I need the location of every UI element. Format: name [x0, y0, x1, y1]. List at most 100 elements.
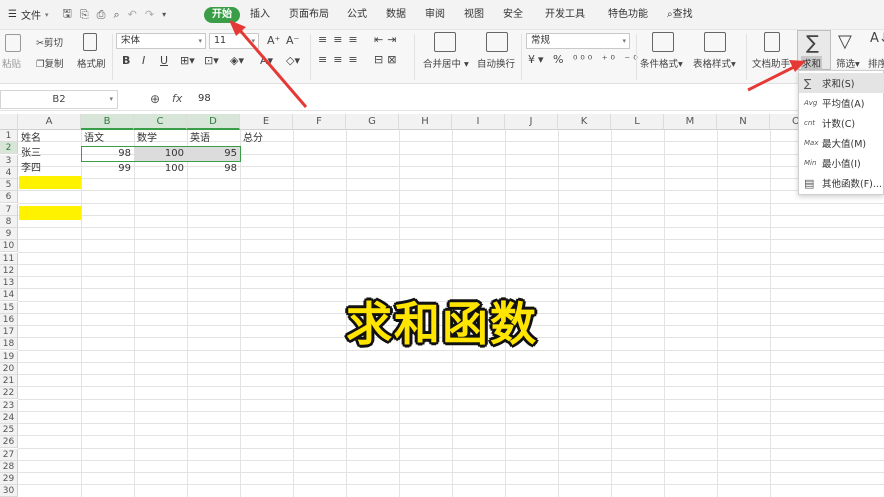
tab-page-layout[interactable]: 页面布局 [289, 7, 329, 23]
doc-assistant-icon[interactable] [764, 32, 780, 52]
column-header-h[interactable]: H [399, 114, 452, 130]
tab-review[interactable]: 审阅 [425, 7, 445, 23]
highlighted-cell-a4[interactable] [19, 176, 81, 189]
tab-security[interactable]: 安全 [503, 7, 523, 23]
row-header-9[interactable]: 9 [0, 228, 18, 240]
row-header-4[interactable]: 4 [0, 166, 18, 179]
format-painter-button[interactable]: 格式刷 [77, 56, 106, 70]
cell-a2[interactable]: 张三 [21, 148, 41, 160]
column-header-g[interactable]: G [346, 114, 399, 130]
copy-button[interactable]: ❐复制 [36, 56, 64, 70]
print-icon[interactable]: ⎙ [97, 8, 106, 22]
row-header-26[interactable]: 26 [0, 436, 18, 449]
decrease-font-icon[interactable]: A⁻ [286, 34, 299, 47]
vertical-align-icons[interactable]: ≡≡≡ [318, 33, 364, 46]
row-header-1[interactable]: 1 [0, 130, 18, 142]
row-header-27[interactable]: 27 [0, 448, 18, 461]
row-header-10[interactable]: 10 [0, 240, 18, 253]
tab-insert[interactable]: 插入 [250, 7, 270, 23]
font-color-icon[interactable]: A▾ [260, 54, 273, 67]
sort-icon[interactable]: A↓ [870, 31, 884, 46]
search-button[interactable]: ⌕查找 [667, 7, 693, 23]
save-icon[interactable]: 🖫 [62, 5, 71, 24]
sum-button[interactable]: ∑ 求和 [797, 30, 831, 70]
underline-icon[interactable]: U [160, 54, 168, 67]
formula-input[interactable]: 98 [198, 93, 211, 104]
dropdown-item-more-functions[interactable]: ▤ 其他函数(F)... [799, 173, 884, 193]
fx-icon[interactable]: fx [172, 92, 182, 105]
column-header-f[interactable]: F [293, 114, 346, 130]
currency-percent-icons[interactable]: ¥▾ % ⁰⁰⁰ ⁺⁰ ⁻⁰ [528, 53, 641, 66]
tab-formulas[interactable]: 公式 [347, 7, 367, 23]
tab-view[interactable]: 视图 [464, 7, 484, 23]
column-header-i[interactable]: I [452, 114, 505, 130]
row-header-23[interactable]: 23 [0, 399, 18, 412]
tab-developer[interactable]: 开发工具 [545, 7, 585, 23]
fill-color-icon[interactable]: ◈▾ [230, 54, 244, 67]
row-header-2[interactable]: 2 [0, 142, 18, 155]
cell-b3[interactable]: 99 [81, 163, 134, 175]
cell-a3[interactable]: 李四 [21, 163, 41, 175]
wrap-text-icon[interactable] [486, 32, 508, 52]
cell-d1[interactable]: 英语 [190, 133, 210, 145]
row-header-24[interactable]: 24 [0, 411, 18, 424]
dropdown-item-max[interactable]: Max 最大值(M) [799, 133, 884, 153]
filter-button[interactable]: 筛选▾ [836, 56, 860, 70]
wrap-text-button[interactable]: 自动换行 [477, 56, 515, 70]
cell-b1[interactable]: 语文 [84, 133, 104, 145]
cut-button[interactable]: ✂剪切 [36, 35, 63, 49]
conditional-format-button[interactable]: 条件格式▾ [640, 56, 683, 70]
cell-c1[interactable]: 数学 [137, 133, 157, 145]
row-header-28[interactable]: 28 [0, 460, 18, 473]
column-header-a[interactable]: A [18, 114, 81, 130]
cell-e1[interactable]: 总分 [243, 133, 263, 145]
table-style-button[interactable]: 表格样式▾ [693, 56, 736, 70]
export-icon[interactable]: ⎘ [80, 8, 89, 22]
paste-icon[interactable] [5, 34, 21, 52]
print-preview-icon[interactable]: ⌕ [113, 8, 119, 22]
tab-special-features[interactable]: 特色功能 [608, 7, 648, 23]
row-header-8[interactable]: 8 [0, 215, 18, 228]
cell-c2[interactable]: 100 [134, 148, 187, 160]
column-header-e[interactable]: E [240, 114, 293, 130]
distribute-icons[interactable]: ⊟⊠ [374, 53, 400, 66]
column-header-n[interactable]: N [717, 114, 770, 130]
font-size-select[interactable]: 11 ▾ [209, 33, 259, 49]
row-header-3[interactable]: 3 [0, 154, 18, 167]
customize-icon[interactable]: ▾ [162, 10, 166, 19]
row-header-7[interactable]: 7 [0, 203, 18, 216]
name-box[interactable]: B2 ▾ [0, 90, 118, 109]
indent-icons[interactable]: ⇤⇥ [374, 33, 400, 46]
row-header-20[interactable]: 20 [0, 362, 18, 375]
column-header-l[interactable]: L [611, 114, 664, 130]
undo-icon[interactable]: ↶ [128, 8, 137, 21]
cell-b2[interactable]: 98 [81, 148, 134, 160]
dropdown-item-cnt[interactable]: cnt 计数(C) [799, 113, 884, 133]
row-header-25[interactable]: 25 [0, 424, 18, 436]
row-header-5[interactable]: 5 [0, 179, 18, 191]
sort-button[interactable]: 排序 [868, 56, 884, 70]
horizontal-align-icons[interactable]: ≡≡≡ [318, 53, 364, 66]
cell-a1[interactable]: 姓名 [21, 133, 41, 145]
select-all-corner[interactable] [0, 114, 18, 130]
merge-center-icon[interactable] [434, 32, 456, 52]
paste-button[interactable]: 粘贴 [2, 56, 21, 70]
column-header-k[interactable]: K [558, 114, 611, 130]
conditional-format-icon[interactable] [652, 32, 674, 52]
column-header-b[interactable]: B [81, 114, 134, 130]
cell-d2[interactable]: 95 [187, 148, 240, 160]
row-header-12[interactable]: 12 [0, 264, 18, 277]
italic-icon[interactable]: I [142, 54, 145, 67]
number-format-select[interactable]: 常规 ▾ [526, 33, 630, 49]
tab-home[interactable]: 开始 [204, 7, 240, 23]
dropdown-item-sum[interactable]: ∑ 求和(S) [799, 73, 884, 93]
row-header-21[interactable]: 21 [0, 375, 18, 387]
cell-d3[interactable]: 98 [187, 163, 240, 175]
tab-data[interactable]: 数据 [386, 7, 406, 23]
increase-font-icon[interactable]: A⁺ [267, 34, 280, 47]
zoom-icon[interactable]: ⊕ [150, 92, 160, 106]
column-header-m[interactable]: M [664, 114, 717, 130]
clear-format-icon[interactable]: ◇▾ [286, 54, 300, 67]
filter-icon[interactable]: ▽ [838, 31, 852, 52]
column-header-j[interactable]: J [505, 114, 558, 130]
